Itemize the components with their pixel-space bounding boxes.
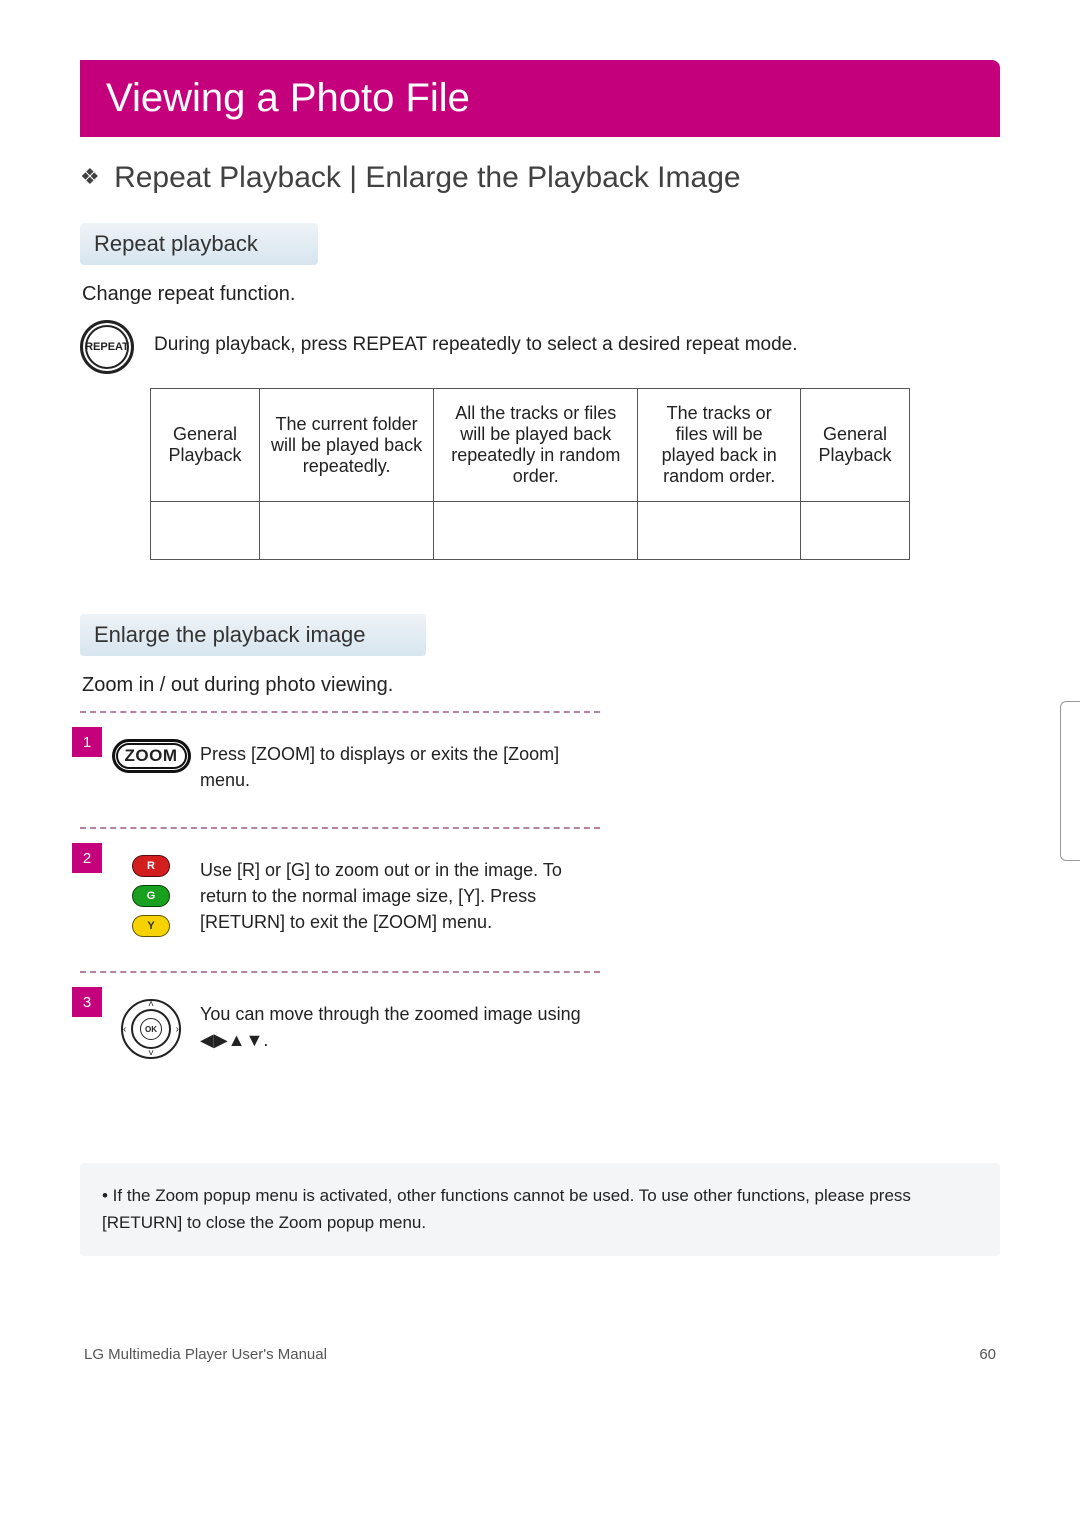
repeat-instruction: During playback, press REPEAT repeatedly…	[154, 320, 798, 356]
section-title: ❖ Repeat Playback | Enlarge the Playback…	[80, 161, 1000, 195]
note-box: • If the Zoom popup menu is activated, o…	[80, 1163, 1000, 1256]
section-title-text: Repeat Playback | Enlarge the Playback I…	[114, 161, 740, 194]
step-number: 3	[72, 987, 102, 1017]
remote-diagram: ▢ ⌄ ↶ MENU RETURN R G Y B SEARCH ZOOM	[1060, 701, 1080, 861]
mode-cell: All the tracks or ﬁles will be played ba…	[434, 389, 638, 502]
step-number: 2	[72, 843, 102, 873]
page-banner: Viewing a Photo File	[80, 60, 1000, 137]
red-button-icon: R	[132, 855, 170, 877]
step-text: You can move through the zoomed image us…	[200, 999, 600, 1053]
repeat-intro: Change repeat function.	[82, 283, 1000, 306]
step-number: 1	[72, 727, 102, 757]
mode-cell: General Playback	[151, 389, 260, 502]
zoom-heading: Enlarge the playback image	[80, 614, 426, 656]
footer-manual-name: LG Multimedia Player User's Manual	[84, 1346, 327, 1363]
mode-cell: The tracks or ﬁles will be played back i…	[638, 389, 801, 502]
zoom-button-icon: ZOOM	[112, 739, 191, 773]
repeat-modes-table: General Playback The current folder will…	[150, 388, 910, 560]
mode-cell: General Playback	[801, 389, 910, 502]
yellow-button-icon: Y	[132, 915, 170, 937]
zoom-steps: ▢ ⌄ ↶ MENU RETURN R G Y B SEARCH ZOOM	[80, 711, 1000, 1093]
footer-page-number: 60	[979, 1346, 996, 1363]
repeat-heading: Repeat playback	[80, 223, 318, 265]
repeat-button-icon: REPEAT	[80, 320, 134, 374]
mode-cell: The current folder will be played back r…	[259, 389, 433, 502]
step-text: Press [ZOOM] to displays or exits the [Z…	[200, 739, 600, 793]
step-3: 3 ˄˅ ‹› OK You can move through the zoom…	[80, 971, 600, 1093]
ok-dpad-icon: ˄˅ ‹› OK	[121, 999, 181, 1059]
step-2: 2 R G Y Use [R] or [G] to zoom out or in…	[80, 827, 600, 971]
green-button-icon: G	[132, 885, 170, 907]
zoom-intro: Zoom in / out during photo viewing.	[82, 674, 1000, 697]
step-text: Use [R] or [G] to zoom out or in the ima…	[200, 855, 600, 935]
bullet-diamond-icon: ❖	[80, 164, 100, 189]
step-1: 1 ZOOM Press [ZOOM] to displays or exits…	[80, 711, 600, 827]
